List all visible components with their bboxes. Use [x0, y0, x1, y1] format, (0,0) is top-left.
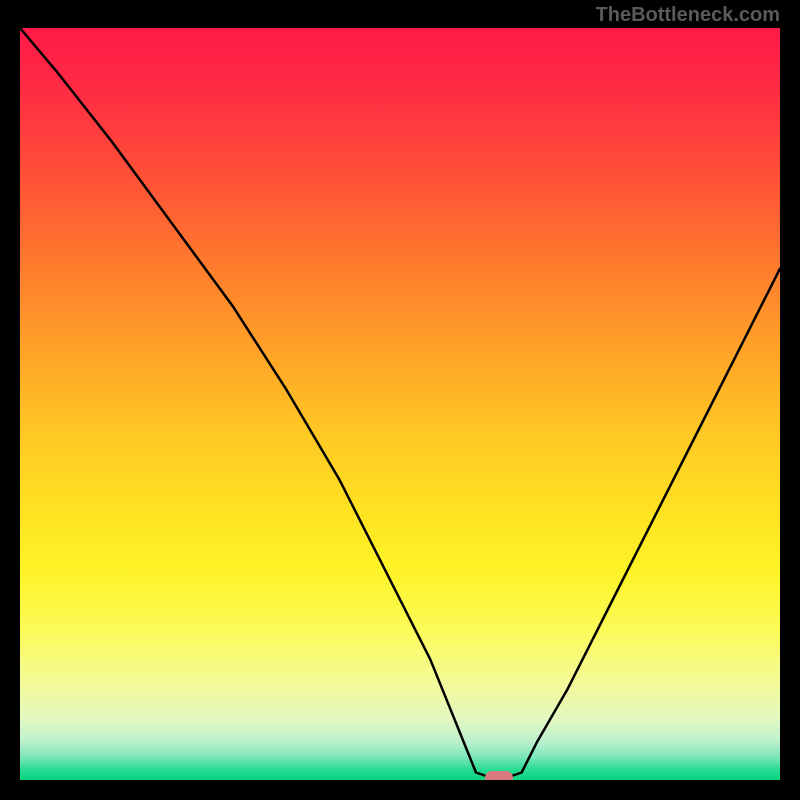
watermark-text: TheBottleneck.com [596, 4, 780, 27]
bottleneck-curve [20, 28, 780, 780]
optimum-marker [485, 771, 513, 780]
plot-area [20, 28, 780, 780]
